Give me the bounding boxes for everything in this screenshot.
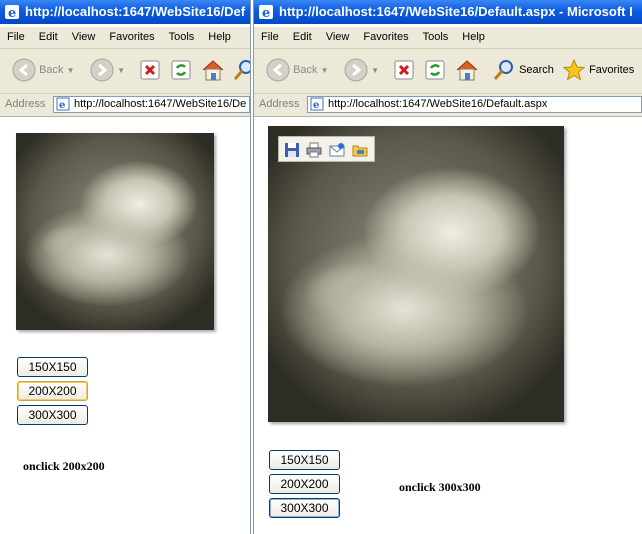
menu-tools[interactable]: Tools <box>162 27 202 48</box>
back-arrow-icon <box>266 58 290 82</box>
address-url: http://localhost:1647/WebSite16/Default.… <box>328 98 548 110</box>
stop-button[interactable] <box>139 57 161 83</box>
hand-photo <box>16 133 214 330</box>
caption-text: onclick 200x200 <box>23 459 105 473</box>
address-input[interactable]: e http://localhost:1647/WebSite16/De <box>53 96 250 113</box>
size-150-button[interactable]: 150X150 <box>17 357 88 377</box>
chevron-down-icon[interactable]: ▼ <box>321 66 329 75</box>
size-300-button[interactable]: 300X300 <box>269 498 340 518</box>
size-300-button[interactable]: 300X300 <box>17 405 88 425</box>
back-button[interactable]: Back ▼ <box>266 57 329 83</box>
menu-favorites[interactable]: Favorites <box>102 27 161 48</box>
image-toolbar <box>278 136 375 162</box>
menu-bar: File Edit View Favorites Tools Help <box>0 27 250 49</box>
menu-help[interactable]: Help <box>455 27 492 48</box>
svg-text:e: e <box>59 100 65 111</box>
page-icon: e <box>56 97 70 111</box>
stop-button[interactable] <box>393 57 415 83</box>
refresh-button[interactable] <box>424 57 446 83</box>
page-content: 150X150 200X200 300X300 onclick 200x200 <box>0 117 250 534</box>
address-label: Address <box>259 98 300 110</box>
home-button[interactable] <box>454 57 480 83</box>
refresh-icon <box>171 60 191 80</box>
home-button[interactable] <box>200 57 226 83</box>
back-label: Back <box>39 64 64 76</box>
menu-help[interactable]: Help <box>201 27 238 48</box>
search-label: Search <box>519 64 554 76</box>
star-icon <box>562 58 586 81</box>
title-bar[interactable]: e http://localhost:1647/WebSite16/Defaul… <box>254 0 642 24</box>
ie-icon: e <box>4 4 20 21</box>
folder-icon[interactable] <box>352 142 368 158</box>
address-bar: Address e http://localhost:1647/WebSite16… <box>0 94 250 117</box>
favorites-label: Favorites <box>589 64 635 76</box>
address-input[interactable]: e http://localhost:1647/WebSite16/Default… <box>307 96 642 113</box>
email-icon[interactable] <box>329 142 345 158</box>
chevron-down-icon[interactable]: ▼ <box>117 66 125 75</box>
size-150-button[interactable]: 150X150 <box>269 450 340 470</box>
svg-text:e: e <box>262 6 270 20</box>
title-bar[interactable]: e http://localhost:1647/WebSite16/Def <box>0 0 250 24</box>
toolbar: Back ▼ ▼ <box>0 49 250 94</box>
browser-window-left: e http://localhost:1647/WebSite16/Def Fi… <box>0 0 250 534</box>
forward-arrow-icon <box>344 58 368 82</box>
page-content: 150X150 200X200 300X300 onclick 300x300 <box>254 117 642 534</box>
stop-icon <box>394 60 414 80</box>
search-icon <box>493 60 513 81</box>
refresh-button[interactable] <box>170 57 192 83</box>
home-icon <box>202 60 224 81</box>
save-icon[interactable] <box>284 142 300 158</box>
ie-icon: e <box>258 4 274 21</box>
chevron-down-icon[interactable]: ▼ <box>67 66 75 75</box>
menu-bar: File Edit View Favorites Tools Help <box>254 27 642 49</box>
window-title: http://localhost:1647/WebSite16/Default.… <box>279 4 633 19</box>
menu-tools[interactable]: Tools <box>416 27 456 48</box>
address-label: Address <box>5 98 46 110</box>
address-bar: Address e http://localhost:1647/WebSite16… <box>254 94 642 117</box>
menu-favorites[interactable]: Favorites <box>356 27 415 48</box>
svg-text:e: e <box>313 100 319 111</box>
hand-photo <box>268 126 564 422</box>
forward-arrow-icon <box>90 58 114 82</box>
menu-edit[interactable]: Edit <box>32 27 65 48</box>
toolbar: Back ▼ ▼ Search Favorites <box>254 49 642 94</box>
print-icon[interactable] <box>306 142 322 158</box>
menu-view[interactable]: View <box>319 27 357 48</box>
size-200-button[interactable]: 200X200 <box>17 381 88 401</box>
back-arrow-icon <box>12 58 36 82</box>
menu-edit[interactable]: Edit <box>286 27 319 48</box>
search-button[interactable] <box>232 57 250 83</box>
stop-icon <box>140 60 160 80</box>
menu-file[interactable]: File <box>254 27 286 48</box>
menu-file[interactable]: File <box>0 27 32 48</box>
home-icon <box>456 60 478 81</box>
chevron-down-icon[interactable]: ▼ <box>371 66 379 75</box>
forward-button[interactable]: ▼ <box>344 57 379 83</box>
search-button[interactable]: Search <box>492 57 554 83</box>
menu-view[interactable]: View <box>65 27 103 48</box>
favorites-button[interactable]: Favorites <box>562 57 634 83</box>
browser-window-right: e http://localhost:1647/WebSite16/Defaul… <box>254 0 642 534</box>
size-200-button[interactable]: 200X200 <box>269 474 340 494</box>
search-icon <box>233 60 250 81</box>
svg-text:e: e <box>8 6 16 20</box>
back-button[interactable]: Back ▼ <box>12 57 75 83</box>
caption-text: onclick 300x300 <box>399 480 481 494</box>
window-title: http://localhost:1647/WebSite16/Def <box>25 4 246 19</box>
address-url: http://localhost:1647/WebSite16/De <box>74 98 247 110</box>
refresh-icon <box>425 60 445 80</box>
page-icon: e <box>310 97 324 111</box>
forward-button[interactable]: ▼ <box>90 57 125 83</box>
back-label: Back <box>293 64 318 76</box>
